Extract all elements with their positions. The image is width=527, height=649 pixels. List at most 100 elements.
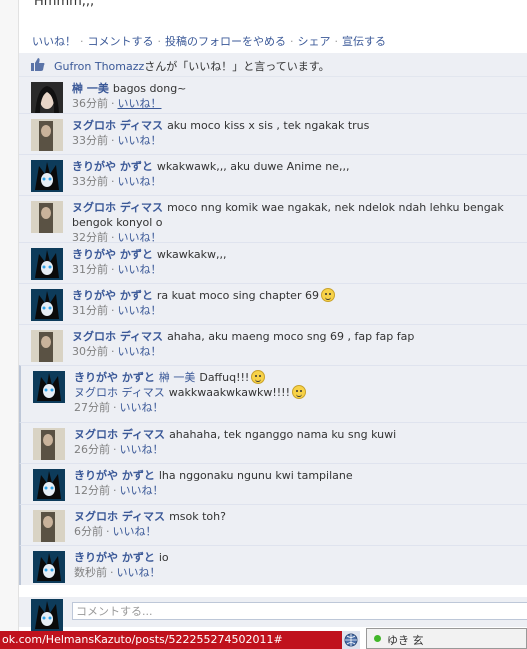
comment-text: wkawkakw,,, (156, 248, 227, 261)
comment-text: ra kuat moco sing chapter 69 (156, 289, 319, 302)
comment-author[interactable]: きりがや かずと (72, 248, 153, 261)
comment-time[interactable]: 33分前 (72, 134, 108, 147)
avatar[interactable] (31, 82, 63, 114)
comment-time[interactable]: 12分前 (74, 484, 110, 497)
comment-like-link[interactable]: いいね！ (120, 443, 164, 456)
comment-text: msok toh? (169, 510, 226, 523)
comment-like-link[interactable]: いいね！ (120, 401, 164, 414)
comment-time[interactable]: 36分前 (72, 97, 108, 110)
comment-like-link[interactable]: いいね！ (120, 484, 164, 497)
online-status-icon (374, 635, 381, 642)
avatar[interactable] (31, 289, 63, 321)
comment: きりがや かずと lha nggonaku ngunu kwi tampilane… (19, 463, 527, 504)
comment-author[interactable]: きりがや かずと (74, 469, 155, 482)
like-link[interactable]: いいね！ (32, 35, 76, 48)
avatar-image (31, 201, 63, 233)
comment: ヌグロホ ディマス ahaha, aku maeng moco sng 69 , … (19, 324, 527, 365)
comment-like-link[interactable]: いいね！ (118, 304, 162, 317)
comment-author[interactable]: きりがや かずと (74, 551, 155, 564)
separator: · (157, 35, 162, 48)
comment-text: Daffuq!!! (199, 371, 250, 384)
comment-author[interactable]: ヌグロホ ディマス (74, 510, 165, 523)
avatar[interactable] (33, 510, 65, 542)
comment-time[interactable]: 30分前 (72, 345, 108, 358)
comment-like-link[interactable]: いいね！ (118, 97, 162, 110)
post-actions: いいね！ · コメントする · 投稿のフォローをやめる · シェア · 宣伝する (32, 33, 386, 49)
grin-emoticon-icon (251, 370, 266, 384)
comment-text: io (158, 551, 169, 564)
avatar-image (31, 289, 63, 321)
likes-suffix: さんが「いいね！」と言っています。 (144, 60, 330, 73)
comment-like-link[interactable]: いいね！ (113, 525, 157, 538)
separator: · (80, 35, 84, 48)
avatar[interactable] (31, 248, 63, 280)
comment: ヌグロホ ディマス aku moco kiss x sis , tek ngaka… (19, 113, 527, 154)
chat-tab[interactable]: ゆき 玄 (366, 628, 527, 649)
comment: きりがや かずと wkawkakw,,, 31分前 · いいね！ (19, 242, 527, 283)
avatar-image (33, 469, 65, 501)
comment-text: aku moco kiss x sis , tek ngakak trus (167, 119, 370, 132)
avatar-image (33, 551, 65, 583)
avatar (31, 599, 63, 631)
post-text: Hmmm,,, (34, 0, 95, 9)
comment-author[interactable]: ヌグロホ ディマス (72, 119, 163, 132)
unfollow-post-link[interactable]: 投稿のフォローをやめる (165, 35, 286, 48)
comment-author[interactable]: 榊 一美 (72, 82, 109, 95)
comment-text: lha nggonaku ngunu kwi tampilane (158, 469, 353, 482)
comment-like-link[interactable]: いいね！ (118, 345, 162, 358)
comment-text: wakkwaakwkawkw!!!! (168, 386, 290, 399)
mentioned-user[interactable]: 榊 一美 (159, 371, 196, 384)
comment-like-link[interactable]: いいね！ (117, 566, 161, 579)
comment-time[interactable]: 26分前 (74, 443, 110, 456)
comment-author[interactable]: きりがや かずと (72, 160, 153, 173)
avatar-image (31, 119, 63, 151)
comment-text: bagos dong~ (112, 82, 187, 95)
share-link[interactable]: シェア (298, 35, 331, 48)
status-bar-url: ok.com/HelmansKazuto/posts/5222552745020… (0, 631, 342, 649)
comment-time[interactable]: 31分前 (72, 304, 108, 317)
comment-author[interactable]: ヌグロホ ディマス (72, 201, 163, 214)
comment-link[interactable]: コメントする (88, 35, 154, 48)
comment-time[interactable]: 27分前 (74, 401, 110, 414)
avatar-image (31, 82, 63, 114)
avatar-image (31, 599, 63, 631)
comment-like-link[interactable]: いいね！ (118, 175, 162, 188)
separator: · (290, 35, 294, 48)
avatar-image (31, 248, 63, 280)
comment-input[interactable]: コメントする... (72, 602, 527, 620)
avatar[interactable] (33, 469, 65, 501)
comment-time[interactable]: 数秒前 (74, 566, 107, 579)
liker-name[interactable]: Gufron Thomazz (54, 60, 144, 73)
avatar[interactable] (31, 160, 63, 192)
comment: きりがや かずと io 数秒前 · いいね！ (19, 545, 527, 585)
avatar[interactable] (33, 551, 65, 583)
smile-emoticon-icon (320, 288, 335, 302)
avatar[interactable] (31, 201, 63, 233)
comment-like-link[interactable]: いいね！ (118, 263, 162, 276)
comment-author[interactable]: きりがや かずと (74, 371, 155, 384)
comment-time[interactable]: 31分前 (72, 263, 108, 276)
comment-text: wkakwawk,,, aku duwe Anime ne,,, (156, 160, 350, 173)
avatar[interactable] (33, 428, 65, 460)
grin-emoticon-icon (291, 385, 306, 399)
comment-text: ahaha, aku maeng moco sng 69 , fap fap f… (167, 330, 415, 343)
comment-author[interactable]: ヌグロホ ディマス (72, 330, 163, 343)
comment-time[interactable]: 33分前 (72, 175, 108, 188)
comment: 榊 一美 bagos dong~ 36分前 · いいね！ (19, 77, 527, 114)
avatar[interactable] (33, 371, 65, 403)
likes-summary: Gufron Thomazzさんが「いいね！」と言っています。 (19, 53, 527, 77)
comment: きりがや かずと wkakwawk,,, aku duwe Anime ne,,,… (19, 154, 527, 195)
avatar[interactable] (31, 330, 63, 362)
comment-author[interactable]: ヌグロホ ディマス (74, 428, 165, 441)
globe-icon[interactable] (342, 631, 360, 649)
left-gutter (0, 0, 19, 649)
comment-time[interactable]: 6分前 (74, 525, 103, 538)
comments-feed: Gufron Thomazzさんが「いいね！」と言っています。 榊 一美 bago… (19, 53, 527, 585)
promote-link[interactable]: 宣伝する (342, 35, 386, 48)
comment: きりがや かずと ra kuat moco sing chapter 69 31分前… (19, 283, 527, 324)
avatar[interactable] (31, 119, 63, 151)
comment-author[interactable]: きりがや かずと (72, 289, 153, 302)
comment-like-link[interactable]: いいね！ (118, 134, 162, 147)
mentioned-user[interactable]: ヌグロホ ディマス (74, 386, 165, 399)
comment-text: ahahaha, tek nganggo nama ku sng kuwi (169, 428, 397, 441)
